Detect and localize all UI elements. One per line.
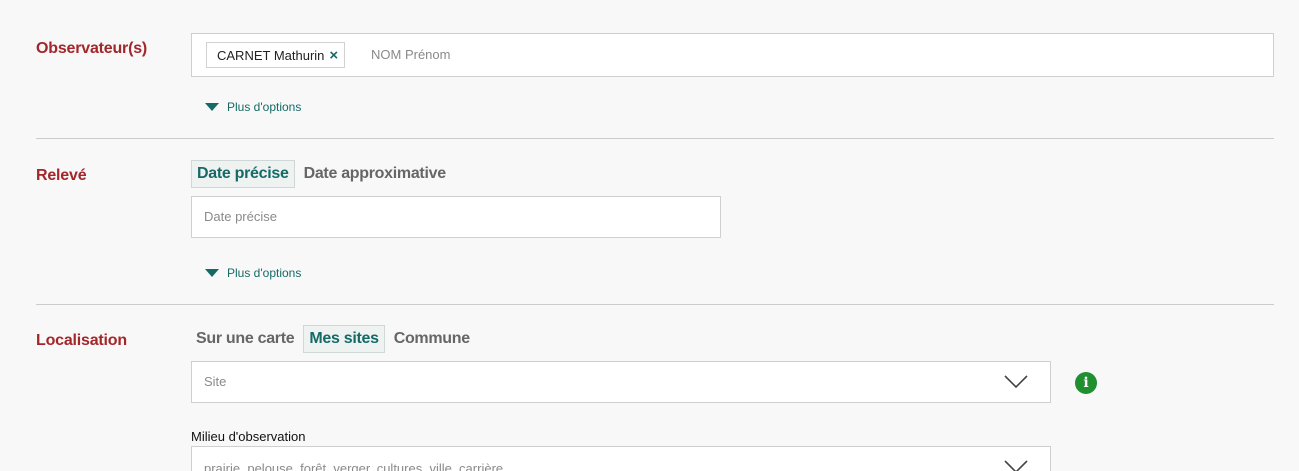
tab-date-approximative[interactable]: Date approximative [299,161,451,187]
date-precise-input[interactable]: Date précise [191,196,721,238]
tab-date-precise[interactable]: Date précise [191,160,295,188]
releve-more-options-label: Plus d'options [227,266,302,280]
observer-tag: CARNET Mathurin × [206,42,346,68]
observers-section-label: Observateur(s) [36,40,148,57]
chevron-down-icon [1004,375,1028,388]
chevron-down-icon [1004,460,1028,471]
site-select-placeholder: Site [204,374,227,389]
triangle-down-icon [205,269,219,277]
observers-more-options[interactable]: Plus d'options [205,100,301,114]
localisation-section-label: Localisation [36,332,127,349]
tab-commune[interactable]: Commune [389,326,475,352]
releve-more-options[interactable]: Plus d'options [205,266,301,280]
site-select[interactable]: Site [191,361,1051,403]
triangle-down-icon [205,103,219,111]
observation-form: Observateur(s) CARNET Mathurin × NOM Pré… [0,0,1299,471]
section-divider [36,138,1274,139]
observer-name-input[interactable]: NOM Prénom [371,47,450,62]
date-precise-placeholder: Date précise [204,209,277,224]
tab-mes-sites[interactable]: Mes sites [303,325,385,353]
observer-tag-name: CARNET Mathurin [217,47,325,63]
milieu-select[interactable]: prairie, pelouse, forêt, verger, culture… [191,446,1051,471]
info-icon[interactable]: i [1075,372,1097,394]
releve-date-tabs: Date précise Date approximative [191,160,455,188]
localisation-tabs: Sur une carte Mes sites Commune [191,325,479,353]
observers-field[interactable]: CARNET Mathurin × NOM Prénom [191,33,1274,77]
remove-observer-icon[interactable]: × [329,47,338,64]
section-divider [36,304,1274,305]
milieu-label: Milieu d'observation [191,429,306,444]
milieu-select-placeholder: prairie, pelouse, forêt, verger, culture… [204,461,514,471]
observers-more-options-label: Plus d'options [227,100,302,114]
tab-sur-une-carte[interactable]: Sur une carte [191,326,299,352]
releve-section-label: Relevé [36,167,87,184]
